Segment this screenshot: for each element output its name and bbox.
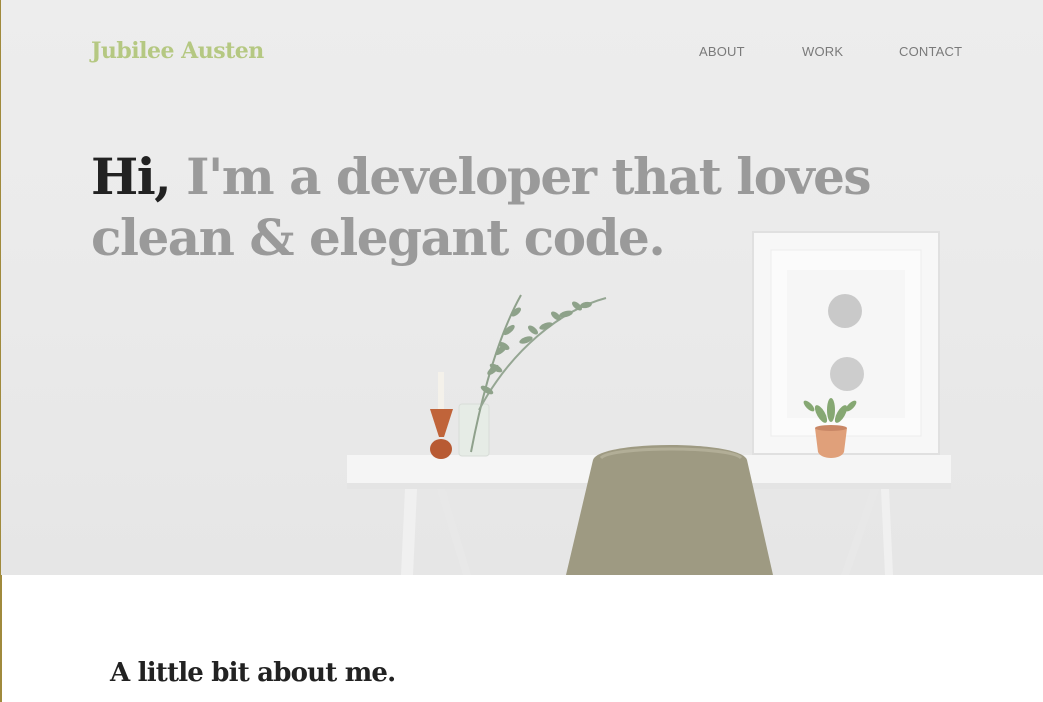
plant-vase: [458, 294, 607, 457]
nav-contact-link[interactable]: CONTACT: [899, 44, 962, 59]
hero-desk-photo: [347, 231, 951, 575]
hero-greeting: Hi,: [91, 147, 172, 206]
hero-headline: Hi, I'm a developer that loves clean & e…: [91, 146, 891, 268]
chair: [566, 445, 773, 575]
candle-holder: [430, 372, 453, 459]
hero-section: Jubilee Austen ABOUT WORK CONTACT Hi, I'…: [1, 0, 1043, 575]
nav-work-link[interactable]: WORK: [802, 44, 843, 59]
main-nav: ABOUT WORK CONTACT: [1, 44, 1043, 64]
hero-tagline: I'm a developer that loves clean & elega…: [91, 147, 872, 267]
about-heading: A little bit about me.: [110, 658, 396, 688]
nav-about-link[interactable]: ABOUT: [699, 44, 745, 59]
